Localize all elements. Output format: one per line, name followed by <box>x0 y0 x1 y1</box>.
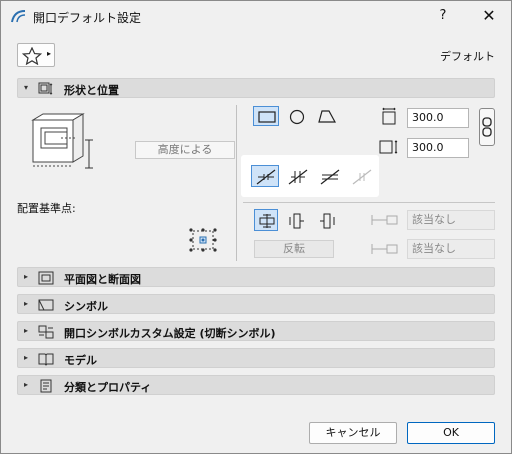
mirror-option-4-button[interactable] <box>347 165 375 187</box>
width-icon <box>382 107 396 125</box>
mirror-option-3-button[interactable] <box>315 165 343 187</box>
section-label: 形状と位置 <box>64 84 119 97</box>
height-icon <box>379 140 398 154</box>
flip-button[interactable]: 反転 <box>254 240 334 258</box>
chevron-down-icon: ▾ <box>24 83 29 92</box>
properties-icon <box>40 379 52 393</box>
shape-position-panel: 高度による 配置基準点: 300.0 300.0 反転 該当なし 該当なし <box>17 100 495 262</box>
anchor-point-label: 配置基準点: <box>17 202 76 215</box>
chevron-right-icon: ▸ <box>24 380 29 389</box>
width-input[interactable]: 300.0 <box>407 108 469 128</box>
window-title: 開口デフォルト設定 <box>33 11 142 25</box>
section-label: 平面図と断面図 <box>64 273 141 286</box>
chevron-right-icon: ▸ <box>24 272 29 281</box>
window-geometry-preview <box>31 113 93 169</box>
section-label: 開口シンボルカスタム設定 (切断シンボル) <box>64 327 276 340</box>
mirror-opening-icon <box>320 169 340 185</box>
section-divider <box>243 202 495 203</box>
height-input[interactable]: 300.0 <box>407 138 469 158</box>
chain-link-icon <box>482 117 492 137</box>
height-mode-button[interactable]: 高度による <box>135 141 235 159</box>
section-label: 分類とプロパティ <box>64 381 152 394</box>
reveal-row-1: 該当なし <box>371 210 495 230</box>
section-shape-position[interactable]: ▾ 形状と位置 <box>17 78 495 98</box>
section-model[interactable]: ▸ モデル <box>17 348 495 368</box>
circle-icon <box>289 109 305 125</box>
panel-divider <box>236 105 237 261</box>
chevron-right-icon: ▸ <box>47 49 52 58</box>
default-label: デフォルト <box>440 50 495 63</box>
orientation-option-2-button[interactable] <box>284 209 308 231</box>
mirror-option-1-button[interactable] <box>251 165 279 187</box>
orientation-icon <box>259 214 275 228</box>
orientation-option-1-button[interactable] <box>254 209 278 231</box>
close-button[interactable]: ✕ <box>477 5 501 27</box>
section-classification[interactable]: ▸ 分類とプロパティ <box>17 375 495 395</box>
section-custom-symbol[interactable]: ▸ 開口シンボルカスタム設定 (切断シンボル) <box>17 321 495 341</box>
mirror-opening-icon <box>352 169 372 185</box>
mirror-opening-icon <box>256 169 276 185</box>
section-plan-section[interactable]: ▸ 平面図と断面図 <box>17 267 495 287</box>
title-bar: 開口デフォルト設定 ? ✕ <box>1 1 511 31</box>
section-label: シンボル <box>64 300 108 313</box>
reveal-icon <box>371 244 398 254</box>
chevron-right-icon: ▸ <box>24 353 29 362</box>
mirror-options-group <box>241 155 379 197</box>
orientation-option-3-button[interactable] <box>314 209 338 231</box>
model-book-icon <box>38 353 54 366</box>
reveal-icon <box>371 215 398 225</box>
star-icon <box>22 47 42 65</box>
reveal-field-2[interactable]: 該当なし <box>407 239 495 259</box>
mirror-option-2-button[interactable] <box>283 165 311 187</box>
favorites-button[interactable]: ▸ <box>17 43 55 67</box>
floor-plan-icon <box>38 271 54 285</box>
reveal-field-1[interactable]: 該当なし <box>407 210 495 230</box>
orientation-icon <box>320 213 335 229</box>
link-dimensions-button[interactable] <box>479 108 495 146</box>
dialog-window: 開口デフォルト設定 ? ✕ ▸ デフォルト ▾ 形状と位置 高度による 配置基準… <box>0 0 512 454</box>
section-label: モデル <box>64 354 97 367</box>
section-symbol[interactable]: ▸ シンボル <box>17 294 495 314</box>
window-dimensions-icon <box>38 82 53 95</box>
reveal-row-2: 該当なし <box>371 239 495 259</box>
shape-polygon-button[interactable] <box>313 106 339 126</box>
shape-rectangle-button[interactable] <box>253 106 279 126</box>
rectangle-icon <box>258 111 276 123</box>
custom-symbol-icon <box>38 325 54 339</box>
chevron-right-icon: ▸ <box>24 299 29 308</box>
symbol-icon <box>38 299 54 311</box>
cancel-button[interactable]: キャンセル <box>309 422 397 444</box>
orientation-icon <box>289 213 304 229</box>
chevron-right-icon: ▸ <box>24 326 29 335</box>
ok-button[interactable]: OK <box>407 422 495 444</box>
anchor-point-selector[interactable] <box>187 226 219 254</box>
polygon-icon <box>318 110 336 123</box>
shape-circle-button[interactable] <box>283 106 309 126</box>
help-button[interactable]: ? <box>431 5 455 27</box>
mirror-opening-icon <box>288 169 308 185</box>
app-logo-icon <box>11 10 26 23</box>
